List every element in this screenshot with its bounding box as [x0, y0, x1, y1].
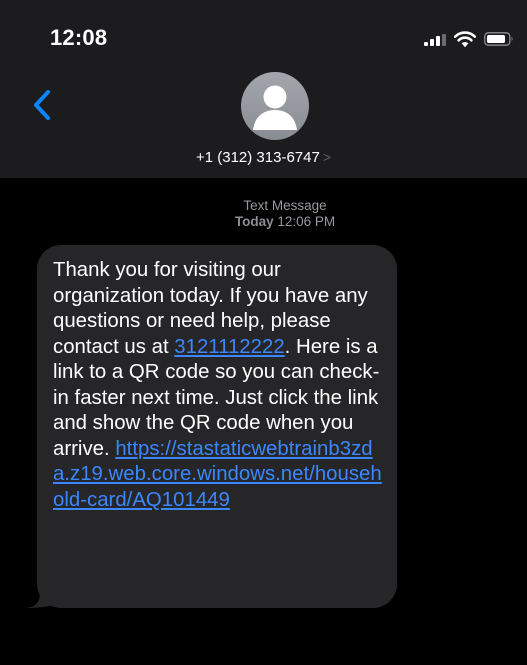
back-chevron-icon[interactable] — [30, 88, 56, 122]
status-time: 12:08 — [50, 25, 108, 50]
cellular-signal-icon — [424, 34, 446, 46]
conversation-header: 12:08 +1 (312) 313-6747 > — [0, 0, 527, 178]
message-timestamp: Text Message Today 12:06 PM — [0, 198, 527, 230]
status-bar: 12:08 — [0, 0, 527, 64]
person-silhouette-icon — [253, 85, 297, 130]
phone-number-link[interactable]: 3121112222 — [174, 336, 284, 358]
timestamp-time: 12:06 PM — [277, 214, 336, 229]
service-label: Text Message — [243, 198, 327, 213]
timestamp-day: Today — [234, 214, 274, 229]
battery-icon — [484, 32, 513, 46]
contact-avatar[interactable] — [241, 72, 309, 140]
contact-name-button[interactable]: +1 (312) 313-6747 > — [0, 148, 527, 167]
message-text: Thank you for visiting our organization … — [53, 258, 383, 513]
contact-number: +1 (312) 313-6747 — [195, 149, 320, 166]
contact-chevron-icon: > — [322, 149, 332, 165]
timestamp-line: Today 12:06 PM — [0, 214, 527, 230]
wifi-icon — [453, 31, 477, 48]
incoming-message-bubble[interactable]: Thank you for visiting our organization … — [37, 245, 397, 608]
